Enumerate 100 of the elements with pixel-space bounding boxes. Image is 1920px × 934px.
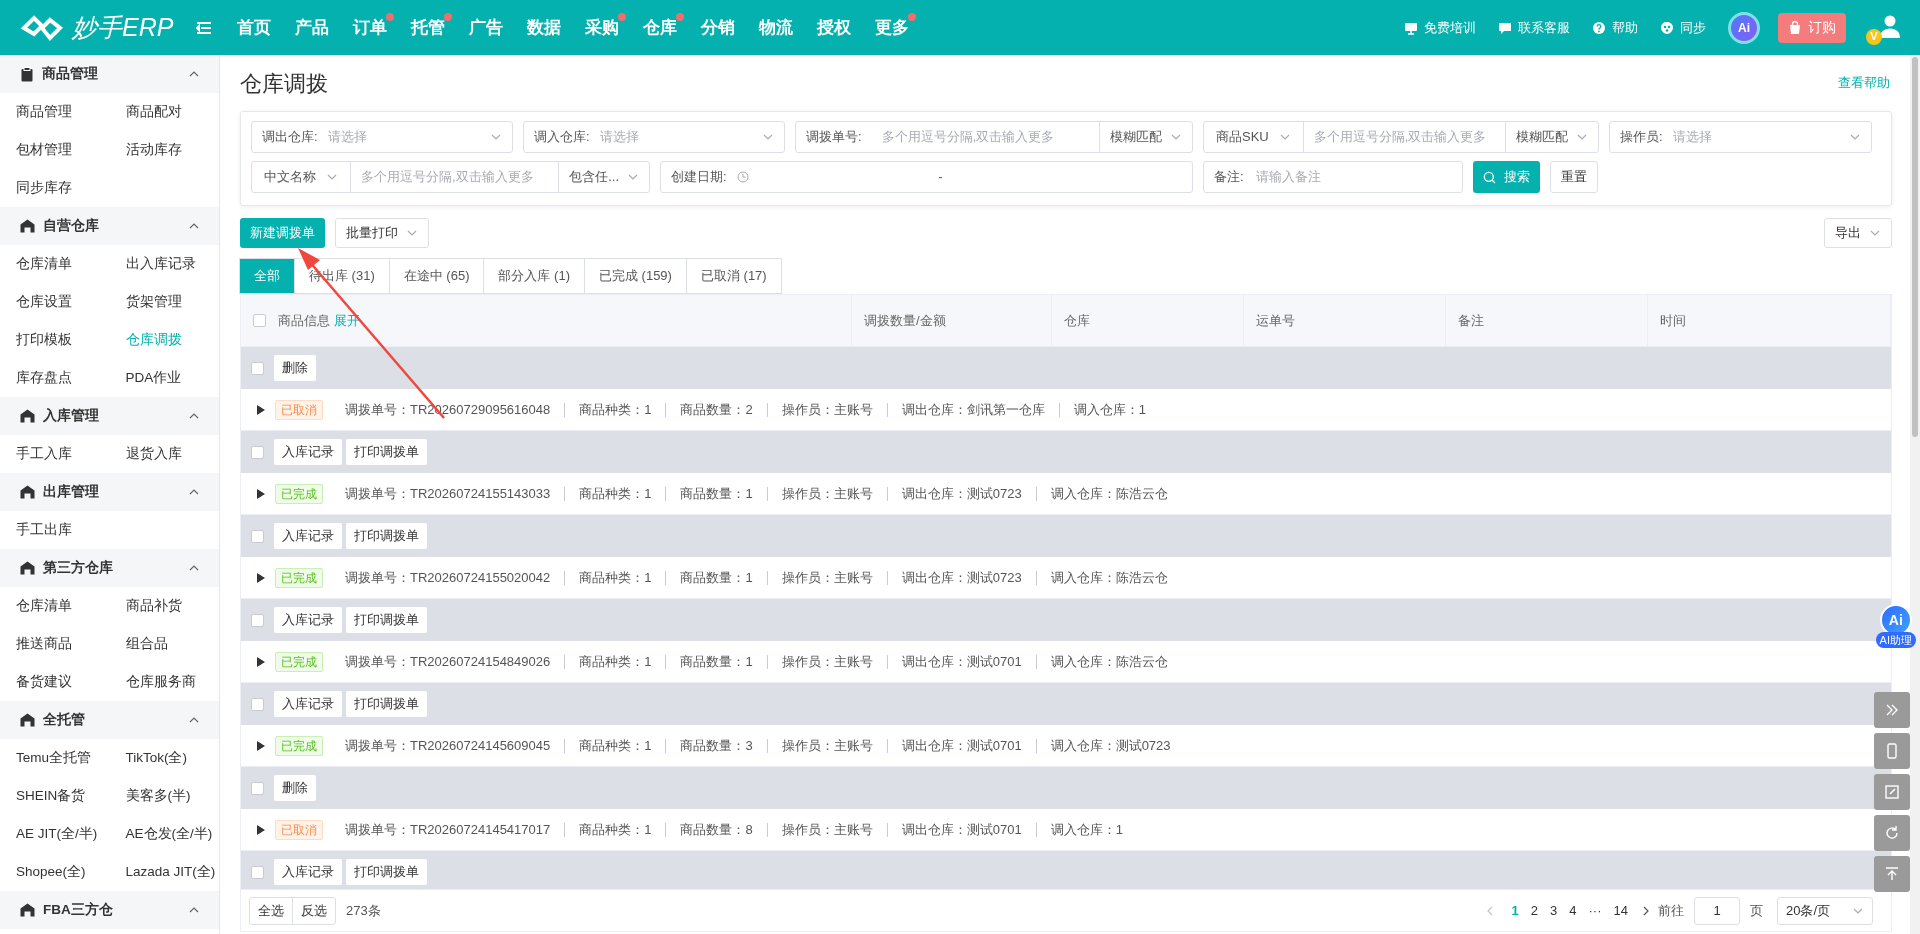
row-action-button[interactable]: 删除 — [274, 355, 316, 381]
sidebar-item[interactable]: 推送商品 — [0, 625, 110, 663]
match-select[interactable]: 模糊匹配 — [1505, 122, 1598, 152]
sidebar-item[interactable]: 组合品 — [109, 625, 219, 663]
sidebar-item[interactable]: 库存盘点 — [0, 359, 110, 397]
status-tag: 已完成 — [275, 651, 323, 672]
sidebar-group-header[interactable]: 商品管理 — [0, 55, 219, 93]
batch-print-button[interactable]: 批量打印 — [335, 218, 429, 248]
clipboard-icon — [20, 66, 34, 82]
sidebar-item[interactable]: 包材管理 — [0, 131, 110, 169]
row-action-button[interactable]: 入库记录 — [274, 523, 342, 549]
match-select[interactable]: 包含任... — [558, 162, 649, 192]
page-number[interactable]: 2 — [1524, 900, 1545, 921]
column-header: 时间 — [1660, 311, 1686, 330]
tab[interactable]: 部分入库 (1) — [483, 258, 585, 294]
row-action-button[interactable]: 打印调拨单 — [346, 523, 427, 549]
row-action-button[interactable]: 入库记录 — [274, 691, 342, 717]
select-field[interactable]: 调出仓库: 请选择 — [251, 121, 513, 153]
reset-button[interactable]: 重置 — [1550, 161, 1598, 193]
sidebar-item[interactable]: TikTok(全) — [109, 739, 219, 777]
checkbox[interactable] — [251, 781, 264, 795]
side-tool-button[interactable] — [1874, 692, 1910, 728]
invert-selection-button[interactable]: 反选 — [292, 896, 336, 925]
checkbox[interactable] — [253, 314, 266, 327]
select-all-button[interactable]: 全选 — [249, 896, 293, 925]
column-header: 运单号 — [1256, 311, 1295, 330]
page-number[interactable]: 3 — [1544, 900, 1564, 921]
order-info-text: 商品数量：1 — [665, 486, 767, 501]
sidebar-group-header[interactable]: 第三方仓库 — [0, 549, 219, 587]
page-number[interactable]: ··· — [1582, 900, 1608, 921]
ai-assistant-label[interactable]: AI助理 — [1875, 632, 1916, 648]
sidebar-item[interactable]: AE仓发(全/半) — [109, 815, 219, 853]
sidebar-item[interactable]: 仓库清单 — [0, 245, 110, 283]
sidebar-item[interactable]: SHEIN备货 — [0, 777, 110, 815]
sidebar-item[interactable]: 退货入库 — [109, 435, 219, 473]
select-field[interactable]: 操作员: 请选择 — [1609, 121, 1872, 153]
page-size-select[interactable]: 20条/页 — [1777, 896, 1873, 925]
checkbox[interactable] — [251, 361, 264, 375]
sidebar-item[interactable]: PDA作业 — [109, 359, 219, 397]
order-info-text: 调入仓库：1 — [1058, 402, 1160, 417]
select-field[interactable]: 调入仓库: 请选择 — [523, 121, 785, 153]
sidebar-item[interactable]: Shopee(全) — [0, 853, 110, 891]
sidebar-item[interactable]: 同步库存 — [0, 169, 110, 207]
date-range-field[interactable]: 创建日期: - — [660, 161, 1193, 193]
checkbox[interactable] — [251, 529, 264, 543]
field-type-select[interactable]: 中文名称 — [252, 162, 351, 192]
sidebar-item[interactable]: 出入库记录 — [109, 245, 219, 283]
sidebar-item[interactable]: 商品配对 — [109, 93, 219, 131]
checkbox[interactable] — [251, 445, 264, 459]
tab[interactable]: 在途中 (65) — [388, 258, 485, 294]
sidebar-group-header[interactable]: 入库管理 — [0, 397, 219, 435]
sidebar-group-header[interactable]: 自营仓库 — [0, 207, 219, 245]
checkbox[interactable] — [251, 697, 264, 711]
sidebar-item[interactable]: 仓库服务商 — [109, 663, 219, 701]
match-select[interactable]: 模糊匹配 — [1099, 122, 1192, 152]
status-tag: 已完成 — [275, 567, 323, 588]
checkbox[interactable] — [251, 613, 264, 627]
sidebar-item[interactable]: 仓库设置 — [0, 283, 110, 321]
text-field[interactable]: 备注: 请输入备注 — [1203, 161, 1463, 193]
sidebar-item[interactable]: 美客多(半) — [109, 777, 219, 815]
page-number[interactable]: 14 — [1607, 900, 1634, 921]
tab[interactable]: 已取消 (17) — [685, 258, 782, 294]
checkbox[interactable] — [251, 865, 264, 879]
house-icon — [20, 903, 35, 917]
ai-button[interactable]: Ai — [1728, 11, 1760, 44]
sidebar-group-header[interactable]: 出库管理 — [0, 473, 219, 511]
sidebar-item[interactable]: 手工出库 — [0, 511, 110, 549]
sidebar-item[interactable]: 商品补货 — [109, 587, 219, 625]
row-action-button[interactable]: 打印调拨单 — [346, 439, 427, 465]
sidebar-item[interactable]: 备货建议 — [0, 663, 110, 701]
row-action-button[interactable]: 入库记录 — [274, 439, 342, 465]
side-tool-button[interactable] — [1874, 733, 1910, 769]
sidebar-group-header[interactable]: 全托管 — [0, 701, 219, 739]
field-type-select[interactable]: 商品SKU — [1204, 122, 1304, 152]
row-action-button[interactable]: 入库记录 — [274, 859, 342, 885]
tab[interactable]: 已完成 (159) — [583, 258, 687, 294]
row-action-button[interactable]: 打印调拨单 — [346, 859, 427, 885]
sidebar-item[interactable]: 货架管理 — [109, 283, 219, 321]
sidebar-item[interactable]: AE JIT(全/半) — [0, 815, 110, 853]
order-info-text: 调入仓库：陈浩云仓 — [1035, 486, 1182, 501]
side-tool-button[interactable] — [1874, 856, 1910, 892]
order-info-text: 调入仓库：1 — [1035, 822, 1137, 837]
sidebar-item[interactable]: 活动库存 — [109, 131, 219, 169]
sidebar-item[interactable]: 商品管理 — [0, 93, 110, 131]
sidebar-item[interactable]: 仓库清单 — [0, 587, 110, 625]
sidebar-item[interactable]: Temu全托管 — [0, 739, 110, 777]
page-number[interactable]: 4 — [1563, 900, 1583, 921]
row-action-button[interactable]: 入库记录 — [274, 607, 342, 633]
page-input[interactable]: 1 — [1694, 896, 1740, 925]
export-button[interactable]: 导出 — [1824, 218, 1892, 248]
side-tool-button[interactable] — [1874, 774, 1910, 810]
sidebar-item[interactable]: Lazada JIT(全) — [109, 853, 219, 891]
side-tool-button[interactable] — [1874, 815, 1910, 851]
row-action-button[interactable]: 打印调拨单 — [346, 691, 427, 717]
sidebar-item[interactable]: 打印模板 — [0, 321, 110, 359]
row-action-button[interactable]: 删除 — [274, 775, 316, 801]
row-action-button[interactable]: 打印调拨单 — [346, 607, 427, 633]
house-icon — [20, 485, 35, 499]
sidebar-item[interactable]: 手工入库 — [0, 435, 110, 473]
sidebar-group-header[interactable]: FBA三方仓 — [0, 891, 219, 929]
